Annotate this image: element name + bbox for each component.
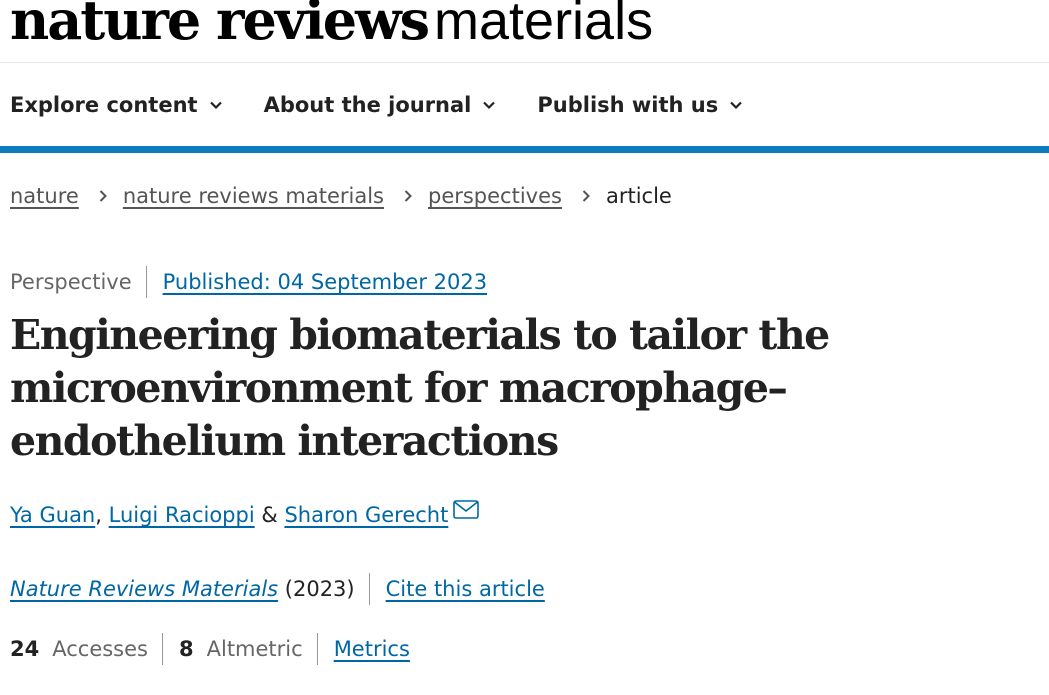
cite-article-link[interactable]: Cite this article xyxy=(386,577,545,601)
chevron-right-icon xyxy=(579,189,593,203)
article-metrics: 24 Accesses 8 Altmetric Metrics xyxy=(10,633,410,665)
altmetric-count: 8 xyxy=(179,637,194,661)
breadcrumb-perspectives[interactable]: perspectives xyxy=(428,184,562,208)
journal-info: Nature Reviews Materials (2023) Cite thi… xyxy=(10,573,545,605)
chevron-right-icon xyxy=(96,189,110,203)
breadcrumb-journal[interactable]: nature reviews materials xyxy=(123,184,384,208)
altmetric-label: Altmetric xyxy=(206,637,303,661)
breadcrumb-current: article xyxy=(605,184,672,208)
masthead-divider xyxy=(0,62,1049,63)
site-logo[interactable]: nature reviews materials xyxy=(10,0,653,52)
article-type: Perspective xyxy=(10,270,132,294)
chevron-down-icon xyxy=(209,98,223,112)
chevron-down-icon xyxy=(729,98,743,112)
author-separator: , xyxy=(95,503,102,527)
journal-name-link[interactable]: Nature Reviews Materials xyxy=(10,577,278,601)
nav-accent-bar xyxy=(0,146,1049,153)
author-link[interactable]: Sharon Gerecht xyxy=(284,503,448,527)
author-link[interactable]: Ya Guan xyxy=(10,503,95,527)
publication-year: (2023) xyxy=(284,577,355,601)
author-link[interactable]: Luigi Racioppi xyxy=(109,503,255,527)
metrics-divider xyxy=(162,633,163,665)
nav-item-label: About the journal xyxy=(263,93,472,117)
accesses-label: Accesses xyxy=(52,637,148,661)
nav-item-label: Explore content xyxy=(10,93,198,117)
nav-item-label: Publish with us xyxy=(537,93,719,117)
email-icon[interactable] xyxy=(453,499,480,519)
breadcrumb-nature[interactable]: nature xyxy=(10,184,79,208)
author-list: Ya Guan, Luigi Racioppi & Sharon Gerecht xyxy=(10,499,480,527)
accesses-count: 24 xyxy=(10,637,40,661)
meta-divider xyxy=(145,266,147,298)
article-meta: Perspective Published: 04 September 2023 xyxy=(10,266,487,298)
nav-about-journal[interactable]: About the journal xyxy=(264,89,497,121)
nav-explore-content[interactable]: Explore content xyxy=(10,89,223,121)
author-and: & xyxy=(261,503,278,527)
metrics-divider xyxy=(316,633,318,665)
metrics-link[interactable]: Metrics xyxy=(334,637,410,661)
logo-subtitle: materials xyxy=(434,0,654,51)
published-date-link[interactable]: Published: 04 September 2023 xyxy=(163,270,487,294)
main-nav: Explore content About the journal Publis… xyxy=(10,89,784,121)
logo-brand: nature reviews xyxy=(10,0,430,52)
nav-publish-with-us[interactable]: Publish with us xyxy=(537,89,743,121)
chevron-down-icon xyxy=(482,98,496,112)
chevron-right-icon xyxy=(401,189,415,203)
article-title: Engineering biomaterials to tailor the m… xyxy=(10,311,830,465)
breadcrumb: nature nature reviews materials perspect… xyxy=(10,184,672,208)
meta-divider xyxy=(368,573,370,605)
